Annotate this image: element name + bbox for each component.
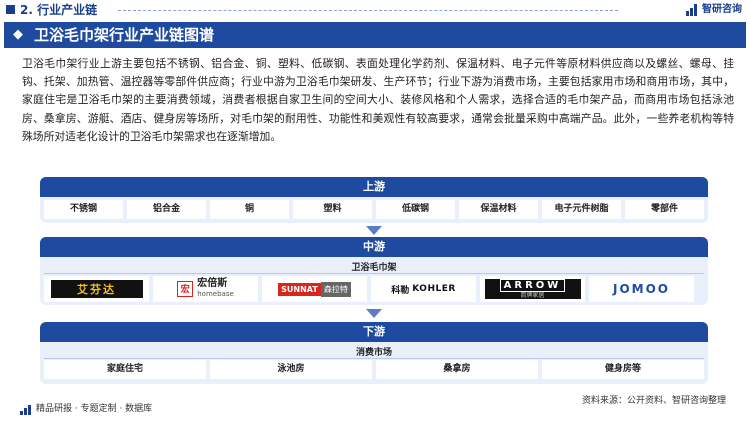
brand-logo-homebase: 宏 宏倍斯 homebase — [153, 276, 258, 302]
downstream-divider — [44, 358, 704, 359]
footer-source: 资料来源：公开资料、智研咨询整理 — [581, 396, 726, 406]
intro-paragraph: 卫浴毛巾架行业上游主要包括不锈钢、铝合金、铜、塑料、低碳钢、表面处理化学药剂、保… — [22, 57, 734, 143]
downstream-item: 家庭住宅 — [44, 360, 206, 379]
downstream-panel: 下游 消费市场 家庭住宅 泳池房 桑拿房 健身房等 — [40, 322, 708, 384]
upstream-item: 保温材料 — [459, 200, 538, 219]
upstream-item: 电子元件树脂 — [542, 200, 621, 219]
down-arrow-icon — [366, 226, 382, 235]
kohler-en: KOHLER — [412, 284, 456, 294]
downstream-sublabel: 消费市场 — [355, 348, 392, 358]
sunnat-en: SUNNAT — [278, 282, 321, 296]
jomoo-logo: JOMOO — [612, 282, 670, 296]
upstream-panel: 上游 不锈钢 铝合金 铜 塑料 低碳钢 保温材料 电子元件树脂 零部件 — [40, 177, 708, 223]
brand-logo-arrow: ARROW 箭牌家居 — [480, 276, 585, 302]
double-chevron-icon: ◆ — [13, 27, 23, 42]
brand-logo-icon — [20, 405, 32, 415]
upstream-item: 零部件 — [625, 200, 704, 219]
brand-logo-icon — [686, 4, 700, 16]
upstream-item: 铜 — [210, 200, 289, 219]
arrow-en: ARROW — [499, 279, 566, 292]
down-arrow-icon — [366, 309, 382, 318]
artist-logo: 艾芬达 — [50, 280, 143, 298]
downstream-item: 桑拿房 — [376, 360, 538, 379]
footer: 精品研报 · 专题定制 · 数据库 资料来源：公开资料、智研咨询整理 — [0, 396, 750, 421]
brand-logo-artist: 艾芬达 — [44, 276, 149, 302]
upstream-item: 低碳钢 — [376, 200, 455, 219]
upstream-item: 不锈钢 — [44, 200, 123, 219]
midstream-sublabel: 卫浴毛巾架 — [351, 263, 397, 273]
homebase-cn: 宏倍斯 — [197, 278, 228, 289]
brand-logo-jomoo: JOMOO — [589, 276, 694, 302]
downstream-items: 家庭住宅 泳池房 桑拿房 健身房等 — [44, 360, 704, 379]
kohler-cn: 科勒 — [391, 285, 410, 296]
footer-tagline: 精品研报 · 专题定制 · 数据库 — [36, 404, 153, 414]
sunnat-cn: 森拉特 — [320, 281, 351, 297]
brand-logo-row: 艾芬达 宏 宏倍斯 homebase SUNNAT 森拉特 科勒 KOHLER — [44, 276, 694, 302]
midstream-header: 中游 — [40, 237, 708, 257]
homebase-mark-icon: 宏 — [177, 281, 194, 297]
arrow-cn: 箭牌家居 — [520, 292, 545, 299]
downstream-item: 泳池房 — [210, 360, 372, 379]
upstream-header: 上游 — [40, 177, 708, 197]
upstream-item: 塑料 — [293, 200, 372, 219]
brand-name: 智研咨询 — [702, 4, 742, 15]
section-title: 2. 行业产业链 — [20, 3, 98, 17]
page-title: 卫浴毛巾架行业产业链图谱 — [34, 26, 215, 44]
brand-logo-sunnat: SUNNAT 森拉特 — [262, 276, 367, 302]
midstream-panel: 中游 卫浴毛巾架 艾芬达 宏 宏倍斯 homebase SUNNAT 森拉特 科… — [40, 237, 708, 305]
upstream-item: 铝合金 — [127, 200, 206, 219]
section-marker-icon — [6, 5, 15, 14]
header-divider — [118, 10, 618, 11]
upstream-items: 不锈钢 铝合金 铜 塑料 低碳钢 保温材料 电子元件树脂 零部件 — [44, 200, 704, 219]
brand-logo-kohler: 科勒 KOHLER — [371, 276, 476, 302]
downstream-header: 下游 — [40, 322, 708, 342]
midstream-divider — [44, 273, 704, 274]
title-bar: ◆ 卫浴毛巾架行业产业链图谱 — [4, 22, 746, 48]
homebase-en: homebase — [197, 290, 234, 298]
downstream-item: 健身房等 — [542, 360, 704, 379]
top-header: 2. 行业产业链 智研咨询 — [0, 0, 750, 22]
